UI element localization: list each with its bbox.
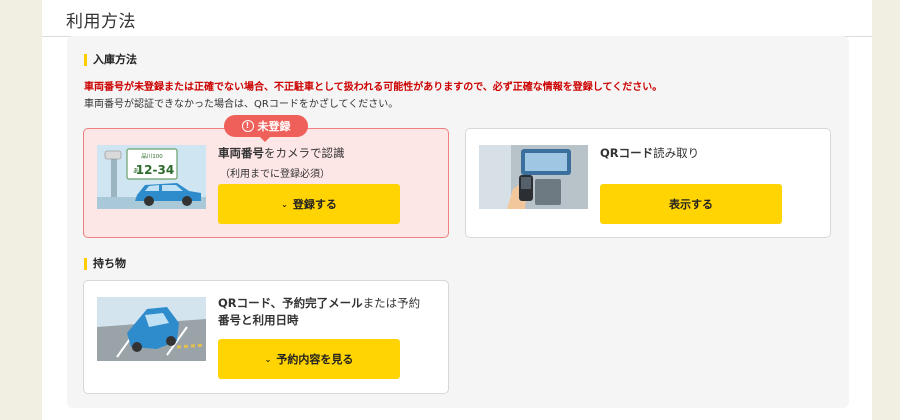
plate-number-text: 12-34 [136,163,174,177]
belongings-card-title: QRコード、予約完了メールまたは予約番号と利用日時 [218,295,440,329]
belongings-title-line2: 番号と利用日時 [218,313,299,327]
plate-region-text: 品川100 [141,153,163,160]
page-title: 利用方法 [66,12,136,32]
plate-camera-illustration: 品川100 あ 12-34 [97,145,206,209]
qr-read-card: QRコード読み取り 表示する [465,128,831,238]
usage-panel: 入庫方法 車両番号が未登録または正確でない場合、不正駐車として扱われる可能性があ… [67,36,849,408]
unregistered-badge: ! 未登録 [224,115,308,142]
belongings-title-rest: または予約 [362,296,421,310]
plate-registration-card: ! 未登録 品川100 あ 12-34 車両番号をカメラで認識 （利用までに登録… [83,115,449,238]
qr-card-title-rest: 読み取り [653,146,700,160]
warning-text: 車両番号が未登録または正確でない場合、不正駐車として扱われる可能性がありますので… [84,82,663,93]
note-text: 車両番号が認証できなかった場合は、QRコードをかざしてください。 [84,99,399,110]
section-heading-entry: 入庫方法 [84,53,137,67]
plate-card-title-rest: をカメラで認識 [264,146,345,160]
show-qr-button-label: 表示する [669,198,713,211]
show-qr-button[interactable]: 表示する [600,184,782,224]
parked-car-illustration [97,297,206,361]
badge-label: 未登録 [257,120,291,133]
plate-card-title: 車両番号をカメラで認識 [218,145,345,162]
qr-card-title-bold: QRコード [600,146,654,160]
view-reservation-button[interactable]: ⌄ 予約内容を見る [218,339,400,379]
belongings-card: QRコード、予約完了メールまたは予約番号と利用日時 ⌄ 予約内容を見る [83,280,449,394]
view-reservation-button-label: 予約内容を見る [276,353,354,366]
section-heading-belongings: 持ち物 [84,257,126,271]
qr-reader-illustration [479,145,588,209]
exclamation-circle-icon: ! [241,120,254,132]
belongings-title-bold: QRコード、予約完了メール [218,296,363,310]
register-button[interactable]: ⌄ 登録する [218,184,400,224]
chevron-down-icon: ⌄ [281,199,288,209]
qr-card-title: QRコード読み取り [600,145,699,162]
chevron-down-icon: ⌄ [264,354,272,364]
plate-card-title-bold: 車両番号 [218,146,264,160]
register-button-label: 登録する [292,198,337,211]
plate-card-subtitle: （利用までに登録必須） [220,169,330,180]
page-container: 利用方法 入庫方法 車両番号が未登録または正確でない場合、不正駐車として扱われる… [42,0,872,420]
